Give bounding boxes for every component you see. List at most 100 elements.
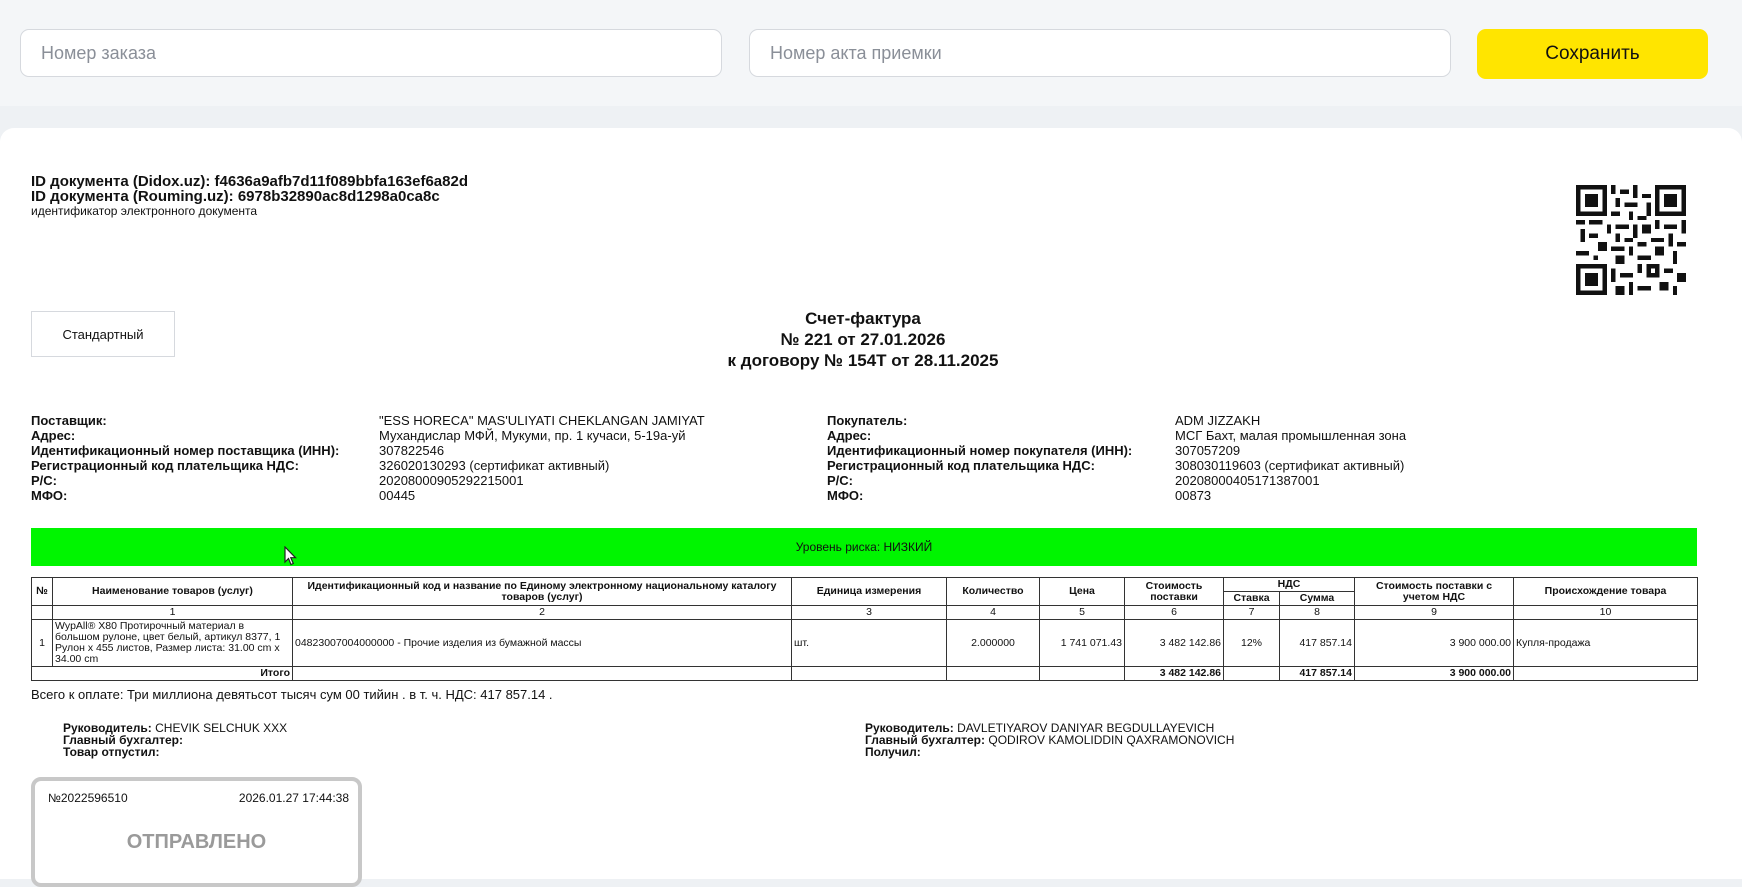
- column-number: 9: [1354, 605, 1514, 620]
- buyer-name: ADM JIZZAKH: [1175, 413, 1261, 428]
- header-vat: НДС: [1223, 577, 1355, 592]
- save-button[interactable]: Сохранить: [1477, 29, 1708, 79]
- buyer-row: Р/С: 20208000405171387001: [827, 473, 1687, 488]
- top-form-bar: Сохранить: [0, 0, 1742, 106]
- column-number: 10: [1513, 605, 1698, 620]
- row-quantity: 2.000000: [946, 619, 1040, 667]
- supplier-name: "ESS HORECA" MAS'ULIYATI CHEKLANGAN JAMI…: [379, 413, 705, 428]
- invoice-items-table: № Наименование товаров (услуг) Идентифик…: [31, 577, 1698, 681]
- stamp-number: №2022596510: [48, 791, 128, 805]
- invoice-number: № 221 от 27.01.2026: [780, 330, 946, 349]
- supplier-row: Поставщик: "ESS HORECA" MAS'ULIYATI CHEKL…: [31, 413, 821, 428]
- buyer-signatures: Руководитель: DAVLETIYAROV DANIYAR BEGDU…: [865, 722, 1234, 758]
- supplier-row: Регистрационный код плательщика НДС: 3260…: [31, 458, 821, 473]
- buyer-address: МСГ Бахт, малая промышленная зона: [1175, 428, 1407, 443]
- stamp-datetime: 2026.01.27 17:44:38: [238, 791, 349, 805]
- invoice-title: Счет-фактура № 221 от 27.01.2026 к догов…: [620, 308, 1106, 371]
- sent-status-stamp: №2022596510 2026.01.27 17:44:38 ОТПРАВЛЕ…: [31, 777, 362, 887]
- order-number-input[interactable]: [20, 29, 722, 77]
- supplier-signatures: Руководитель: CHEVIK SELCHUK XXX Главный…: [63, 722, 287, 758]
- header-vat-sum: Сумма: [1279, 591, 1355, 606]
- buyer-row: Адрес: МСГ Бахт, малая промышленная зона: [827, 428, 1687, 443]
- header-price: Цена: [1039, 577, 1125, 606]
- supplier-label: МФО:: [31, 488, 68, 503]
- supplier-row: Адрес: Мухандислар МФЙ, Мукуми, пр. 1 куч…: [31, 428, 821, 443]
- buyer-label: Идентификационный номер покупателя (ИНН)…: [827, 443, 1133, 458]
- row-unit: шт.: [791, 619, 947, 667]
- supplier-label: Поставщик:: [31, 413, 107, 428]
- rouming-id: ID документа (Rouming.uz): 6978b32890ac8…: [31, 188, 440, 205]
- header-unit: Единица измерения: [791, 577, 947, 606]
- header-total-with-vat: Стоимость поставки с учетом НДС: [1354, 577, 1514, 606]
- column-number: 5: [1039, 605, 1125, 620]
- buyer-label: Адрес:: [827, 428, 872, 443]
- row-price: 1 741 071.43: [1039, 619, 1125, 667]
- signature-label: Товар отпустил:: [63, 745, 160, 759]
- didox-id: ID документа (Didox.uz): f4636a9afb7d11f…: [31, 173, 468, 190]
- table-row: 1 WypAll® X80 Протирочный материал в бол…: [31, 619, 1698, 667]
- invoice-heading: Счет-фактура: [805, 309, 921, 328]
- header-origin: Происхождение товара: [1513, 577, 1698, 606]
- row-name: WypAll® X80 Протирочный материал в больш…: [52, 619, 293, 667]
- buyer-row: Покупатель: ADM JIZZAKH: [827, 413, 1687, 428]
- totals-total-with-vat: 3 900 000.00: [1354, 666, 1514, 681]
- column-number: 6: [1124, 605, 1224, 620]
- risk-level-banner: Уровень риска: НИЗКИЙ: [31, 528, 1697, 566]
- supplier-label: Регистрационный код плательщика НДС:: [31, 458, 299, 473]
- column-number: 3: [791, 605, 947, 620]
- buyer-label: МФО:: [827, 488, 864, 503]
- invoice-type-badge: Стандартный: [31, 311, 175, 357]
- signature-label: Получил:: [865, 745, 921, 759]
- buyer-vat-code: 308030119603 (сертификат активный): [1175, 458, 1405, 473]
- header-quantity: Количество: [946, 577, 1040, 606]
- supplier-vat-code: 326020130293 (сертификат активный): [379, 458, 610, 473]
- buyer-row: Регистрационный код плательщика НДС: 3080…: [827, 458, 1687, 473]
- column-number: 2: [292, 605, 792, 620]
- header-name: Наименование товаров (услуг): [52, 577, 293, 606]
- supplier-account: 20208000905292215001: [379, 473, 524, 488]
- column-number: 7: [1223, 605, 1280, 620]
- header-no: №: [31, 577, 53, 606]
- column-number: 4: [946, 605, 1040, 620]
- buyer-label: Р/С:: [827, 473, 853, 488]
- row-vat-sum: 417 857.14: [1279, 619, 1355, 667]
- buyer-label: Покупатель:: [827, 413, 908, 428]
- supplier-inn: 307822546: [379, 443, 445, 458]
- buyer-details: Покупатель: ADM JIZZAKH Адрес: МСГ Бахт, м…: [827, 413, 1687, 503]
- supplier-label: Идентификационный номер поставщика (ИНН)…: [31, 443, 340, 458]
- supplier-mfo: 00445: [379, 488, 416, 503]
- buyer-accountant-name: QODIROV KAMOLIDDIN QAXRAMONOVICH: [988, 733, 1235, 747]
- buyer-row: МФО: 00873: [827, 488, 1687, 503]
- buyer-row: Идентификационный номер покупателя (ИНН)…: [827, 443, 1687, 458]
- supplier-row: Идентификационный номер поставщика (ИНН)…: [31, 443, 821, 458]
- qr-code-icon: [1576, 185, 1686, 295]
- totals-row: Итого 3 482 142.86 417 857.14 3 900 000.…: [31, 666, 1698, 681]
- supplier-label: Р/С:: [31, 473, 57, 488]
- row-cost: 3 482 142.86: [1124, 619, 1224, 667]
- row-vat-rate: 12%: [1223, 619, 1280, 667]
- totals-cost: 3 482 142.86: [1124, 666, 1224, 681]
- totals-vat-sum: 417 857.14: [1279, 666, 1355, 681]
- header-cost: Стоимость поставки: [1124, 577, 1224, 606]
- header-vat-rate: Ставка: [1223, 591, 1280, 606]
- row-total-with-vat: 3 900 000.00: [1354, 619, 1514, 667]
- buyer-mfo: 00873: [1175, 488, 1212, 503]
- buyer-label: Регистрационный код плательщика НДС:: [827, 458, 1095, 473]
- row-origin: Купля-продажа: [1513, 619, 1698, 667]
- id-caption: идентификатор электронного документа: [31, 204, 258, 218]
- supplier-row: МФО: 00445: [31, 488, 821, 503]
- invoice-document: ID документа (Didox.uz): f4636a9afb7d11f…: [0, 128, 1742, 887]
- supplier-details: Поставщик: "ESS HORECA" MAS'ULIYATI CHEKL…: [31, 413, 821, 503]
- acceptance-act-number-input[interactable]: [749, 29, 1451, 77]
- table-header-row: № Наименование товаров (услуг) Идентифик…: [31, 577, 1698, 606]
- column-number: 1: [52, 605, 293, 620]
- total-in-words: Всего к оплате: Три миллиона девятьсот т…: [31, 687, 553, 702]
- supplier-address: Мухандислар МФЙ, Мукуми, пр. 1 кучаси, 5…: [379, 428, 686, 443]
- buyer-inn: 307057209: [1175, 443, 1241, 458]
- header-catalog-code: Идентификационный код и название по Един…: [292, 577, 792, 606]
- column-number: 8: [1279, 605, 1355, 620]
- totals-label: Итого: [31, 666, 293, 681]
- row-catalog-code: 04823007004000000 - Прочие изделия из бу…: [292, 619, 792, 667]
- row-no: 1: [31, 619, 53, 667]
- supplier-row: Р/С: 20208000905292215001: [31, 473, 821, 488]
